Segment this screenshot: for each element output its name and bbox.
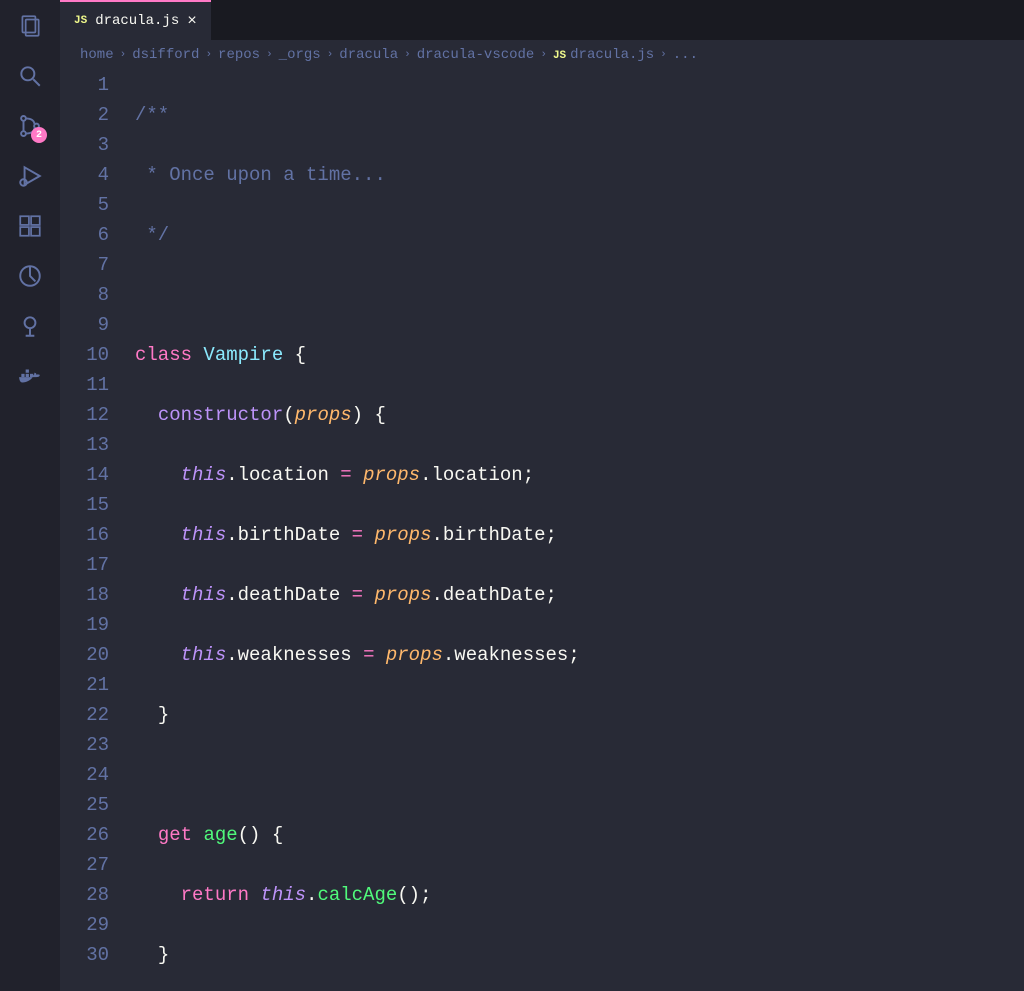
line-number: 27 <box>60 850 109 880</box>
tab-dracula-js[interactable]: JS dracula.js × <box>60 0 211 40</box>
line-number: 1 <box>60 70 109 100</box>
line-number: 3 <box>60 130 109 160</box>
chevron-right-icon: › <box>266 49 273 61</box>
line-number: 9 <box>60 310 109 340</box>
line-number: 6 <box>60 220 109 250</box>
line-number: 21 <box>60 670 109 700</box>
git-graph-icon[interactable] <box>16 262 44 290</box>
search-icon[interactable] <box>16 62 44 90</box>
explorer-icon[interactable] <box>16 12 44 40</box>
close-icon[interactable]: × <box>187 12 197 30</box>
line-number: 18 <box>60 580 109 610</box>
js-file-icon: JS <box>553 50 566 62</box>
chevron-right-icon: › <box>205 49 212 61</box>
source-control-badge: 2 <box>31 127 47 143</box>
chevron-right-icon: › <box>540 49 547 61</box>
line-number: 13 <box>60 430 109 460</box>
breadcrumb-item[interactable]: dsifford <box>132 47 199 63</box>
line-number: 4 <box>60 160 109 190</box>
line-number: 17 <box>60 550 109 580</box>
breadcrumb-item[interactable]: home <box>80 47 114 63</box>
line-number: 14 <box>60 460 109 490</box>
run-debug-icon[interactable] <box>16 162 44 190</box>
editor[interactable]: 1 2 3 4 5 6 7 8 9 10 11 12 13 14 15 16 1… <box>60 70 1024 991</box>
tab-label: dracula.js <box>95 13 179 29</box>
breadcrumb-item[interactable]: dracula <box>339 47 398 63</box>
breadcrumb-item[interactable]: repos <box>218 47 260 63</box>
breadcrumb-item[interactable]: dracula-vscode <box>417 47 535 63</box>
breadcrumb-item[interactable]: ... <box>673 47 698 63</box>
line-number: 19 <box>60 610 109 640</box>
breadcrumb: home › dsifford › repos › _orgs › dracul… <box>60 40 1024 70</box>
line-number: 23 <box>60 730 109 760</box>
extensions-icon[interactable] <box>16 212 44 240</box>
line-number: 5 <box>60 190 109 220</box>
docker-icon[interactable] <box>16 362 44 390</box>
line-number: 28 <box>60 880 109 910</box>
breadcrumb-item[interactable]: JSdracula.js <box>553 47 654 63</box>
line-number: 16 <box>60 520 109 550</box>
line-number: 15 <box>60 490 109 520</box>
code-content[interactable]: /** * Once upon a time... */ class Vampi… <box>135 70 1024 991</box>
line-number: 22 <box>60 700 109 730</box>
activity-bar: 2 <box>0 0 60 991</box>
line-number: 8 <box>60 280 109 310</box>
line-number: 2 <box>60 100 109 130</box>
tab-bar: JS dracula.js × <box>60 0 1024 40</box>
line-number: 30 <box>60 940 109 970</box>
line-number: 29 <box>60 910 109 940</box>
breadcrumb-item[interactable]: _orgs <box>279 47 321 63</box>
chevron-right-icon: › <box>404 49 411 61</box>
source-control-icon[interactable]: 2 <box>16 112 44 140</box>
line-number: 25 <box>60 790 109 820</box>
line-number: 12 <box>60 400 109 430</box>
line-number: 11 <box>60 370 109 400</box>
line-number: 10 <box>60 340 109 370</box>
line-number: 7 <box>60 250 109 280</box>
js-file-icon: JS <box>74 15 87 27</box>
chevron-right-icon: › <box>327 49 334 61</box>
chevron-right-icon: › <box>660 49 667 61</box>
editor-main: JS dracula.js × home › dsifford › repos … <box>60 0 1024 991</box>
line-number: 24 <box>60 760 109 790</box>
git-lens-icon[interactable] <box>16 312 44 340</box>
line-number: 26 <box>60 820 109 850</box>
line-number: 20 <box>60 640 109 670</box>
gutter: 1 2 3 4 5 6 7 8 9 10 11 12 13 14 15 16 1… <box>60 70 135 991</box>
chevron-right-icon: › <box>120 49 127 61</box>
